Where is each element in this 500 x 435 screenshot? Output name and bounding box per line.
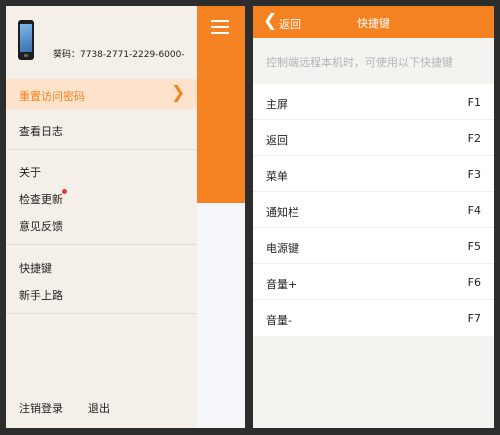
shortcuts-item[interactable]: 快捷键 <box>19 260 52 276</box>
shortcut-row: 菜单 F3 <box>253 156 494 192</box>
update-badge-dot <box>62 189 67 194</box>
content-behind-drawer <box>197 6 245 428</box>
shortcut-name: 返回 <box>266 134 288 147</box>
registration-code: 葵码：7738-2771-2229-6000- <box>53 50 185 60</box>
shortcut-key: F2 <box>467 132 481 145</box>
shortcut-name: 菜单 <box>266 170 288 183</box>
shortcut-hint: 控制端远程本机时，可使用以下快捷键 <box>266 56 453 69</box>
beginner-guide-item[interactable]: 新手上路 <box>19 287 63 303</box>
shortcut-name: 主屏 <box>266 98 288 111</box>
shortcut-key: F6 <box>467 276 481 289</box>
divider <box>6 244 197 245</box>
shortcut-row: 主屏 F1 <box>253 84 494 120</box>
shortcut-row: 通知栏 F4 <box>253 192 494 228</box>
exit-button[interactable]: 退出 <box>88 400 110 416</box>
app-header-bar <box>197 6 245 203</box>
page-title: 快捷键 <box>357 17 390 30</box>
reset-password-label: 重置访问密码 <box>19 90 85 103</box>
phone-icon <box>18 20 34 60</box>
reset-password-item[interactable]: 重置访问密码 ❯ <box>6 79 197 109</box>
menu-icon[interactable] <box>211 20 229 34</box>
shortcut-key: F7 <box>467 312 481 325</box>
chevron-right-icon: ❯ <box>171 83 186 103</box>
shortcut-row: 音量- F7 <box>253 300 494 336</box>
shortcut-row: 电源键 F5 <box>253 228 494 264</box>
view-log-item[interactable]: 查看日志 <box>19 123 63 139</box>
shortcut-name: 音量- <box>266 314 292 327</box>
shortcut-row: 返回 F2 <box>253 120 494 156</box>
shortcut-row: 音量+ F6 <box>253 264 494 300</box>
shortcut-name: 电源键 <box>266 242 299 255</box>
right-screen: ❮ 返回 快捷键 控制端远程本机时，可使用以下快捷键 主屏 F1 返回 F2 菜… <box>253 6 494 428</box>
shortcut-name: 通知栏 <box>266 206 299 219</box>
divider <box>6 149 197 150</box>
left-screen: 葵码：7738-2771-2229-6000- 重置访问密码 ❯ 查看日志 关于… <box>6 6 245 428</box>
top-bar: ❮ 返回 快捷键 <box>253 6 494 38</box>
navigation-drawer: 葵码：7738-2771-2229-6000- 重置访问密码 ❯ 查看日志 关于… <box>6 6 197 428</box>
shortcut-key: F3 <box>467 168 481 181</box>
shortcut-name: 音量+ <box>266 278 298 291</box>
logout-button[interactable]: 注销登录 <box>19 400 63 416</box>
shortcut-list: 主屏 F1 返回 F2 菜单 F3 通知栏 F4 电源键 F5 音量+ F6 音… <box>253 84 494 336</box>
shortcut-key: F4 <box>467 204 481 217</box>
divider <box>6 313 197 314</box>
feedback-item[interactable]: 意见反馈 <box>19 218 63 234</box>
check-update-item[interactable]: 检查更新 <box>19 191 63 207</box>
shortcut-key: F5 <box>467 240 481 253</box>
about-item[interactable]: 关于 <box>19 164 41 180</box>
shortcut-key: F1 <box>467 96 481 109</box>
